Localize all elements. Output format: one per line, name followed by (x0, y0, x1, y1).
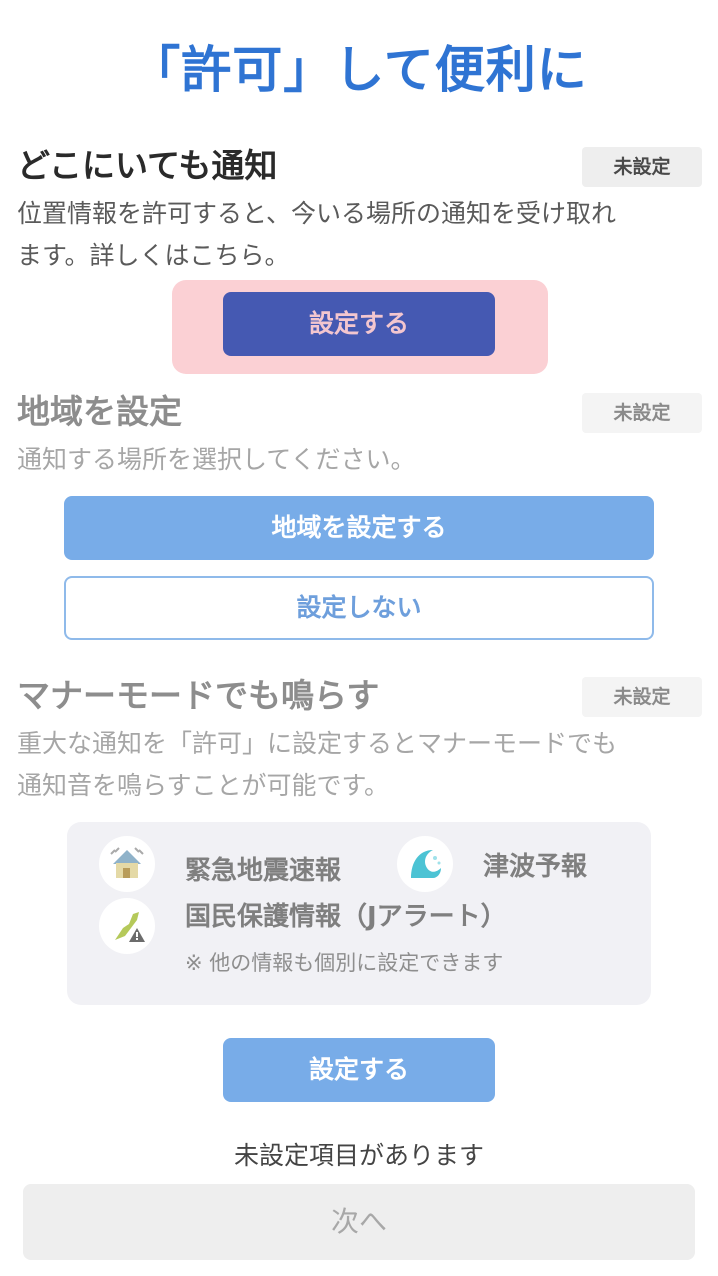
silent-mode-description: 重大な通知を「許可」に設定するとマナーモードでも 通知音を鳴らすことが可能です。 (17, 729, 618, 800)
jalert-icon (99, 898, 155, 954)
page-title: 「許可」して便利に (130, 41, 588, 99)
set-region-button[interactable]: 地域を設定する (64, 496, 654, 560)
other-info-note: ※ 他の情報も個別に設定できます (185, 951, 504, 975)
silent-mode-settings-button[interactable]: 設定する (223, 1038, 495, 1102)
tsunami-icon (397, 836, 453, 892)
location-settings-button[interactable]: 設定する (223, 292, 495, 356)
region-section-title: 地域を設定 (17, 392, 182, 431)
location-section-title: どこにいても通知 (17, 146, 278, 185)
silent-mode-status-badge: 未設定 (582, 677, 702, 717)
location-status-badge: 未設定 (582, 147, 702, 187)
skip-region-button[interactable]: 設定しない (64, 576, 654, 640)
tsunami-alert-label: 津波予報 (483, 852, 588, 882)
region-status-badge: 未設定 (582, 393, 702, 433)
region-description: 通知する場所を選択してください。 (17, 445, 416, 474)
unset-items-status: 未設定項目があります (233, 1141, 484, 1170)
earthquake-alert-label: 緊急地震速報 (185, 856, 342, 886)
earthquake-icon (99, 836, 155, 892)
next-button[interactable]: 次へ (23, 1184, 695, 1260)
location-description: 位置情報を許可すると、今いる場所の通知を受け取れ ます。詳しくはこちら。 (17, 193, 707, 277)
jalert-label: 国民保護情報（Jアラート） (185, 902, 507, 932)
details-link[interactable]: ます。詳しくはこちら。 (17, 235, 707, 277)
silent-mode-section-title: マナーモードでも鳴らす (17, 676, 380, 715)
